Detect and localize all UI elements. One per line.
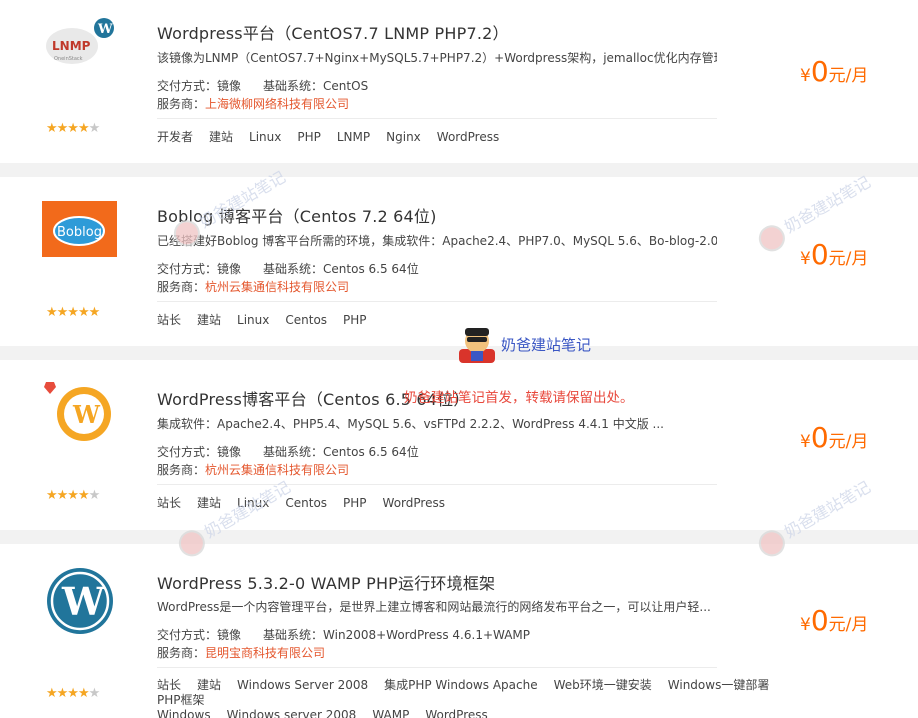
- tag[interactable]: 开发者: [157, 130, 193, 145]
- divider: [157, 484, 717, 485]
- divider: [157, 667, 717, 668]
- price: ¥0元/月: [800, 421, 869, 454]
- tag[interactable]: PHP: [343, 496, 367, 511]
- tag[interactable]: 建站: [197, 678, 221, 693]
- price: ¥0元/月: [800, 238, 869, 271]
- product-description: 该镜像为LNMP（CentOS7.7+Nginx+MySQL5.7+PHP7.2…: [157, 51, 717, 65]
- product-meta: 交付方式：镜像 基础系统：Centos 6.5 64位: [157, 445, 419, 459]
- tag[interactable]: LNMP: [337, 130, 370, 145]
- vendor-link[interactable]: 杭州云集通信科技有限公司: [205, 463, 349, 477]
- product-description: WordPress是一个内容管理平台，是世界上建立博客和网站最流行的网络发布平台…: [157, 600, 711, 614]
- tag[interactable]: Windows: [157, 708, 211, 718]
- product-vendor: 服务商：杭州云集通信科技有限公司: [157, 280, 350, 294]
- lnmp-wordpress-logo-icon[interactable]: LNMP OneinStack W: [42, 14, 118, 74]
- tag[interactable]: 建站: [209, 130, 233, 145]
- tag[interactable]: WAMP: [372, 708, 409, 718]
- star-rating: ★★★★★: [46, 686, 100, 701]
- watermark-notice: 奶爸建站笔记首发，转载请保留出处。: [404, 390, 634, 406]
- product-description: 集成软件：Apache2.4、PHP5.4、MySQL 5.6、vsFTPd 2…: [157, 417, 664, 431]
- svg-text:W: W: [61, 579, 106, 624]
- tag[interactable]: PHP: [343, 313, 367, 328]
- tag[interactable]: Web环境一键安装: [554, 678, 652, 693]
- product-vendor: 服务商：昆明宝商科技有限公司: [157, 646, 326, 660]
- price: ¥0元/月: [800, 55, 869, 88]
- wordpress-blue-logo-icon[interactable]: W: [42, 566, 118, 636]
- svg-text:LNMP: LNMP: [52, 39, 91, 53]
- tag[interactable]: 建站: [197, 313, 221, 328]
- tag[interactable]: Centos: [285, 313, 327, 328]
- avatar-icon: [459, 328, 495, 363]
- watermark-stamp: 奶爸建站笔记: [457, 323, 591, 365]
- tag[interactable]: 集成PHP Windows Apache: [384, 678, 537, 693]
- tag[interactable]: Windows server 2008: [227, 708, 357, 718]
- tag-list: 开发者 建站 Linux PHP LNMP Nginx WordPress: [157, 130, 837, 145]
- vendor-link[interactable]: 上海微柳网络科技有限公司: [205, 97, 349, 111]
- product-description: 已经搭建好Boblog 博客平台所需的环境，集成软件：Apache2.4、PHP…: [157, 234, 717, 248]
- star-rating: ★★★★★: [46, 488, 100, 503]
- product-card[interactable]: W ★★★★★ WordPress 5.3.2-0 WAMP PHP运行环境框架…: [0, 544, 918, 718]
- star-rating: ★★★★★: [46, 121, 100, 136]
- tag[interactable]: Linux: [237, 313, 269, 328]
- product-card[interactable]: Boblog ★★★★★ Boblog 博客平台（Centos 7.2 64位)…: [0, 177, 918, 346]
- tag[interactable]: WordPress: [437, 130, 499, 145]
- svg-text:W: W: [97, 22, 113, 37]
- tag[interactable]: 站长: [157, 313, 181, 328]
- tag[interactable]: WordPress: [425, 708, 487, 718]
- vendor-link[interactable]: 昆明宝商科技有限公司: [205, 646, 325, 660]
- tag[interactable]: 建站: [197, 496, 221, 511]
- product-list: LNMP OneinStack W ★★★★★ Wordpress平台（Cent…: [0, 0, 918, 718]
- product-title[interactable]: Wordpress平台（CentOS7.7 LNMP PHP7.2）: [157, 20, 509, 44]
- tag[interactable]: Windows一键部署: [668, 678, 770, 693]
- tag[interactable]: PHP框架: [157, 693, 205, 708]
- product-vendor: 服务商：上海微柳网络科技有限公司: [157, 97, 350, 111]
- product-meta: 交付方式：镜像 基础系统：Win2008+WordPress 4.6.1+WAMP: [157, 628, 531, 642]
- vendor-link[interactable]: 杭州云集通信科技有限公司: [205, 280, 349, 294]
- svg-text:OneinStack: OneinStack: [54, 56, 83, 62]
- product-meta: 交付方式：镜像 基础系统：CentOS: [157, 79, 369, 93]
- divider: [157, 118, 717, 119]
- price: ¥0元/月: [800, 604, 869, 637]
- divider: [157, 301, 717, 302]
- product-vendor: 服务商：杭州云集通信科技有限公司: [157, 463, 350, 477]
- tag[interactable]: Windows Server 2008: [237, 678, 368, 693]
- tag[interactable]: WordPress: [383, 496, 445, 511]
- tag[interactable]: 站长: [157, 678, 181, 693]
- tag[interactable]: Linux: [249, 130, 281, 145]
- tag[interactable]: PHP: [297, 130, 321, 145]
- wordpress-gold-logo-icon[interactable]: W: [42, 382, 118, 446]
- svg-text:Boblog: Boblog: [57, 225, 102, 240]
- tag[interactable]: Nginx: [386, 130, 421, 145]
- boblog-logo-icon[interactable]: Boblog: [42, 201, 117, 257]
- svg-text:W: W: [72, 400, 101, 429]
- product-title[interactable]: WordPress 5.3.2-0 WAMP PHP运行环境框架: [157, 570, 495, 594]
- product-meta: 交付方式：镜像 基础系统：Centos 6.5 64位: [157, 262, 419, 276]
- tag[interactable]: 站长: [157, 496, 181, 511]
- product-card[interactable]: LNMP OneinStack W ★★★★★ Wordpress平台（Cent…: [0, 0, 918, 163]
- tag-list: 站长 建站 Windows Server 2008 集成PHP Windows Apa…: [157, 678, 837, 718]
- star-rating: ★★★★★: [46, 305, 100, 320]
